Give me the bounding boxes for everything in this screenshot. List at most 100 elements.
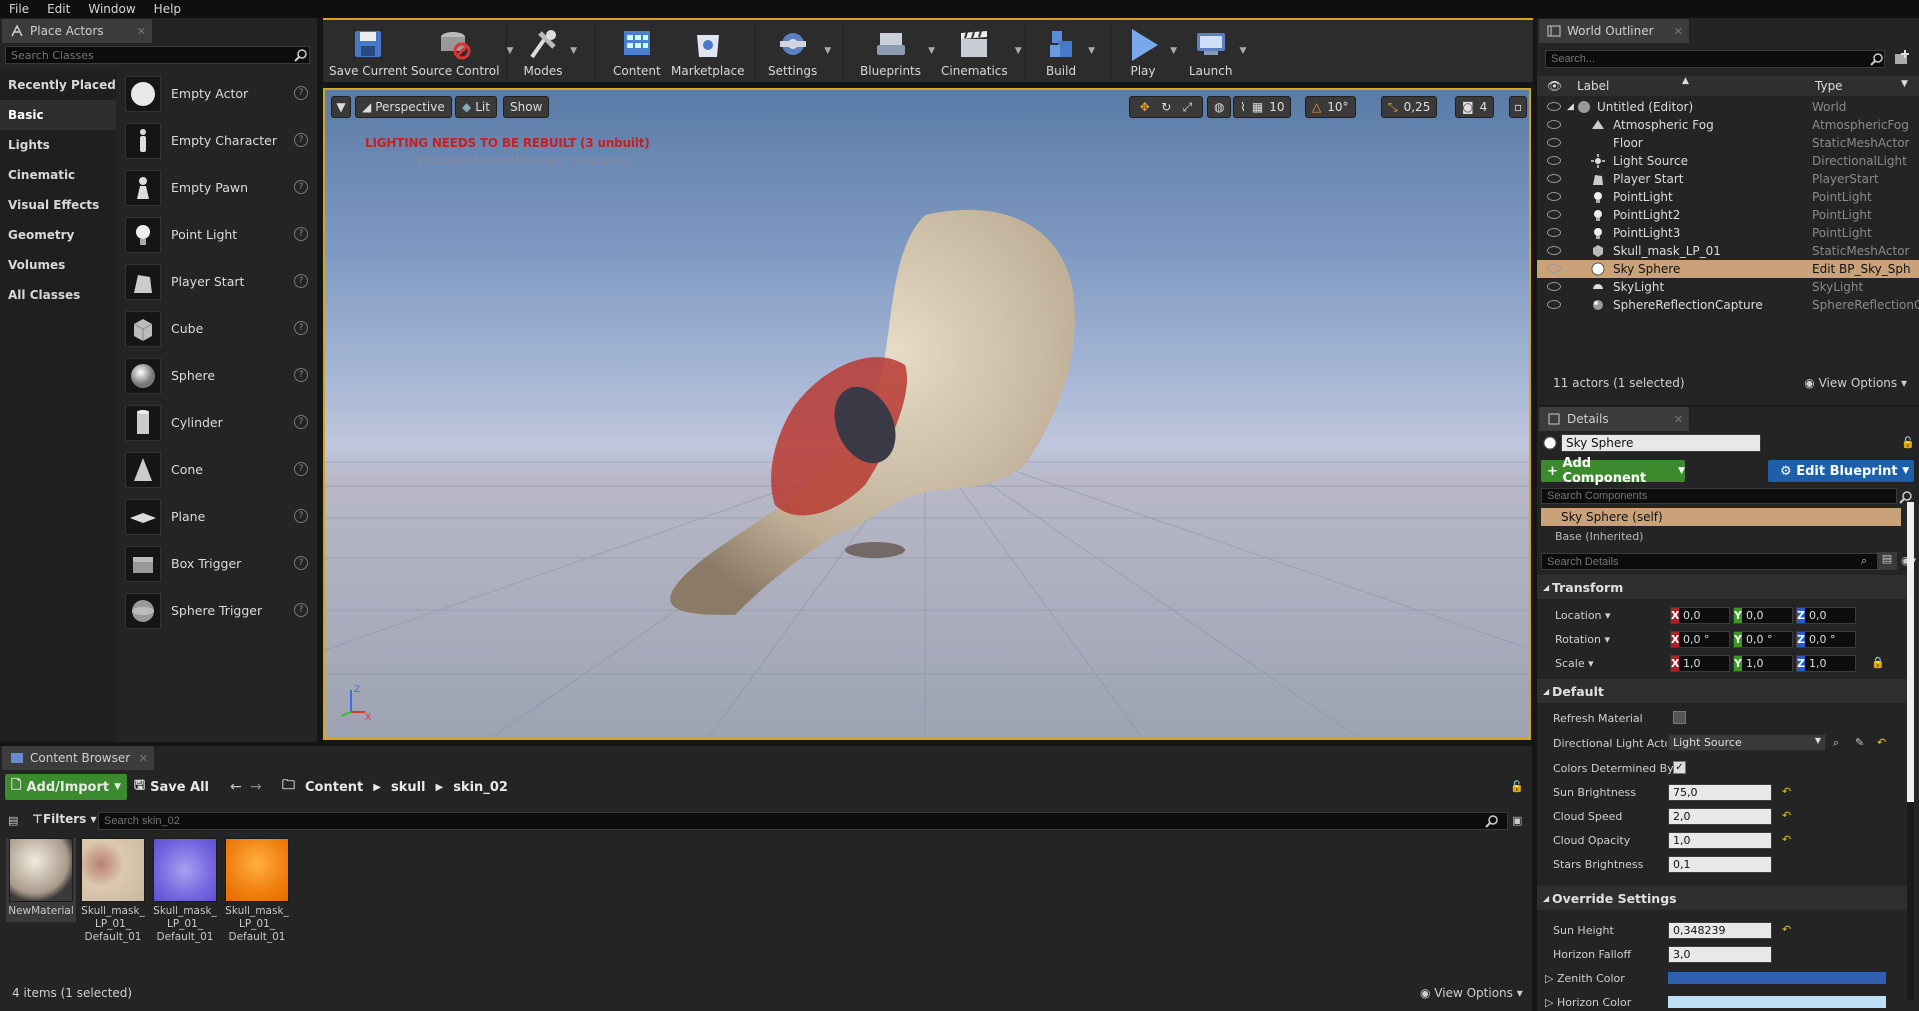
rotation-snap-button[interactable]: △ 10° bbox=[1305, 96, 1356, 118]
back-icon[interactable]: ← bbox=[230, 779, 242, 795]
settings-button[interactable]: Settings ▼ bbox=[768, 24, 831, 78]
eye-icon[interactable] bbox=[1547, 264, 1561, 273]
outliner-row[interactable]: Player Start PlayerStart bbox=[1537, 170, 1919, 188]
edit-blueprint-link[interactable]: Edit BP_Sky_Sph bbox=[1812, 262, 1911, 276]
location-x-field[interactable]: X 0,0 bbox=[1670, 607, 1730, 624]
search-icon[interactable] bbox=[294, 48, 308, 62]
property-matrix-icon[interactable]: ▤ bbox=[1877, 552, 1897, 570]
cloud-opacity-field[interactable]: 1,0 bbox=[1668, 832, 1772, 849]
outliner-row[interactable]: ◢ Untitled (Editor) World bbox=[1537, 98, 1919, 116]
asset-tile[interactable]: Skull_mask_ LP_01_ Default_01 bbox=[222, 838, 292, 944]
details-scrollbar[interactable] bbox=[1907, 502, 1914, 1000]
search-components-input[interactable] bbox=[1541, 488, 1897, 504]
menu-window[interactable]: Window bbox=[79, 2, 144, 16]
actor-name-field[interactable]: Sky Sphere bbox=[1561, 434, 1761, 452]
eye-icon[interactable] bbox=[1547, 174, 1561, 183]
grid-snap-button[interactable]: ⌇ ▦ 10 bbox=[1233, 96, 1292, 118]
maximize-viewport-button[interactable]: ▫ bbox=[1509, 96, 1527, 118]
refresh-material-checkbox[interactable] bbox=[1673, 711, 1686, 724]
eye-icon[interactable] bbox=[1547, 246, 1561, 255]
rotate-icon[interactable]: ↻ bbox=[1161, 100, 1171, 114]
asset-tile[interactable]: NewMaterial bbox=[6, 838, 76, 922]
lock-icon[interactable]: 🔓 bbox=[1901, 436, 1915, 449]
search-classes-input[interactable] bbox=[5, 46, 310, 64]
reset-icon[interactable]: ↶ bbox=[1782, 785, 1791, 798]
chevron-down-icon[interactable]: ▼ bbox=[1088, 46, 1095, 56]
filters-button[interactable]: ⊤Filters ▾ bbox=[32, 812, 97, 826]
help-icon[interactable]: ? bbox=[294, 509, 308, 523]
show-button[interactable]: Show bbox=[503, 96, 550, 118]
lock-icon[interactable]: 🔒 bbox=[1871, 656, 1885, 669]
eye-icon[interactable] bbox=[1547, 102, 1561, 111]
transform-tools[interactable]: ✥ ↻ ⤢ bbox=[1129, 96, 1203, 118]
scale-icon[interactable]: ⤢ bbox=[1183, 100, 1193, 115]
sources-toggle-icon[interactable]: ▤ bbox=[8, 814, 18, 827]
reset-icon[interactable]: ↶ bbox=[1877, 736, 1886, 749]
help-icon[interactable]: ? bbox=[294, 415, 308, 429]
outliner-row[interactable]: PointLight2 PointLight bbox=[1537, 206, 1919, 224]
eye-icon[interactable] bbox=[1547, 282, 1561, 291]
zenith-color-label[interactable]: ▷ Zenith Color bbox=[1545, 972, 1625, 985]
directional-light-dropdown[interactable]: Light Source ▼ bbox=[1668, 734, 1826, 751]
world-local-button[interactable]: ◍ bbox=[1207, 96, 1232, 118]
view-options-button[interactable]: ◉ View Options ▾ bbox=[1804, 376, 1907, 390]
scale-z-field[interactable]: Z 1,0 bbox=[1796, 655, 1856, 672]
actor-item[interactable]: Cone? bbox=[122, 446, 314, 493]
actor-item[interactable]: Sphere Trigger? bbox=[122, 587, 314, 634]
reset-icon[interactable]: ↶ bbox=[1782, 833, 1791, 846]
search-icon[interactable] bbox=[1870, 52, 1884, 66]
actor-item[interactable]: Empty Actor? bbox=[122, 70, 314, 117]
chevron-down-icon[interactable]: ▼ bbox=[1240, 46, 1247, 56]
actor-item[interactable]: Plane? bbox=[122, 493, 314, 540]
zenith-color-swatch[interactable] bbox=[1668, 972, 1886, 984]
category-basic[interactable]: Basic bbox=[0, 100, 116, 130]
outliner-row[interactable]: SphereReflectionCapture SphereReflectionC bbox=[1537, 296, 1919, 314]
category-recently-placed[interactable]: Recently Placed bbox=[0, 70, 116, 100]
menu-file[interactable]: File bbox=[0, 2, 38, 16]
help-icon[interactable]: ? bbox=[294, 321, 308, 335]
help-icon[interactable]: ? bbox=[294, 227, 308, 241]
eye-icon[interactable] bbox=[1547, 228, 1561, 237]
eye-icon[interactable] bbox=[1547, 138, 1561, 147]
close-icon[interactable]: ✕ bbox=[139, 752, 148, 765]
help-icon[interactable]: ? bbox=[294, 86, 308, 100]
chevron-down-icon[interactable]: ▼ bbox=[570, 46, 577, 56]
sun-height-field[interactable]: 0,348239 bbox=[1668, 922, 1772, 939]
chevron-right-icon[interactable]: ▶ bbox=[436, 782, 444, 793]
search-icon[interactable]: ⌕ bbox=[1861, 554, 1867, 568]
perspective-button[interactable]: ◢ Perspective bbox=[355, 96, 452, 118]
actor-item[interactable]: Empty Pawn? bbox=[122, 164, 314, 211]
help-icon[interactable]: ? bbox=[294, 274, 308, 288]
actor-item[interactable]: Empty Character? bbox=[122, 117, 314, 164]
outliner-row[interactable]: PointLight PointLight bbox=[1537, 188, 1919, 206]
save-all-button[interactable]: 🖫 Save All bbox=[128, 774, 215, 800]
rotation-label[interactable]: Rotation ▾ bbox=[1555, 633, 1610, 646]
menu-edit[interactable]: Edit bbox=[38, 2, 79, 16]
help-icon[interactable]: ? bbox=[294, 368, 308, 382]
scrollbar-thumb[interactable] bbox=[1907, 502, 1914, 802]
transform-section[interactable]: ◢ Transform bbox=[1537, 575, 1913, 599]
add-import-button[interactable]: 🗋 Add/Import ▼ bbox=[5, 774, 128, 800]
category-all-classes[interactable]: All Classes bbox=[0, 280, 116, 310]
level-viewport[interactable]: ▼ ◢ Perspective ◆ Lit Show ✥ ↻ ⤢ ◍ ⌇ ▦ 10 △ 10°… bbox=[323, 88, 1531, 740]
content-button[interactable]: Content bbox=[613, 24, 661, 78]
outliner-row[interactable]: Floor StaticMeshActor bbox=[1537, 134, 1919, 152]
chevron-down-icon[interactable]: ▼ bbox=[824, 46, 831, 56]
help-icon[interactable]: ? bbox=[294, 462, 308, 476]
scale-label[interactable]: Scale ▾ bbox=[1555, 657, 1594, 670]
tab-place-actors[interactable]: Place Actors ✕ bbox=[2, 19, 152, 43]
cloud-speed-field[interactable]: 2,0 bbox=[1668, 808, 1772, 825]
asset-tile[interactable]: Skull_mask_ LP_01_ Default_01 bbox=[78, 838, 148, 944]
category-cinematic[interactable]: Cinematic bbox=[0, 160, 116, 190]
category-lights[interactable]: Lights bbox=[0, 130, 116, 160]
outliner-search-input[interactable] bbox=[1545, 50, 1885, 68]
type-column[interactable]: Type bbox=[1815, 79, 1843, 93]
outliner-row[interactable]: Light Source DirectionalLight bbox=[1537, 152, 1919, 170]
sun-brightness-field[interactable]: 75,0 bbox=[1668, 784, 1772, 801]
launch-button[interactable]: Launch ▼ bbox=[1189, 24, 1246, 78]
marketplace-button[interactable]: Marketplace bbox=[671, 24, 745, 78]
chevron-down-icon[interactable]: ▼ bbox=[1901, 79, 1908, 89]
forward-icon[interactable]: → bbox=[250, 779, 262, 795]
eye-icon[interactable] bbox=[1547, 300, 1561, 309]
translate-icon[interactable]: ✥ bbox=[1140, 100, 1150, 114]
